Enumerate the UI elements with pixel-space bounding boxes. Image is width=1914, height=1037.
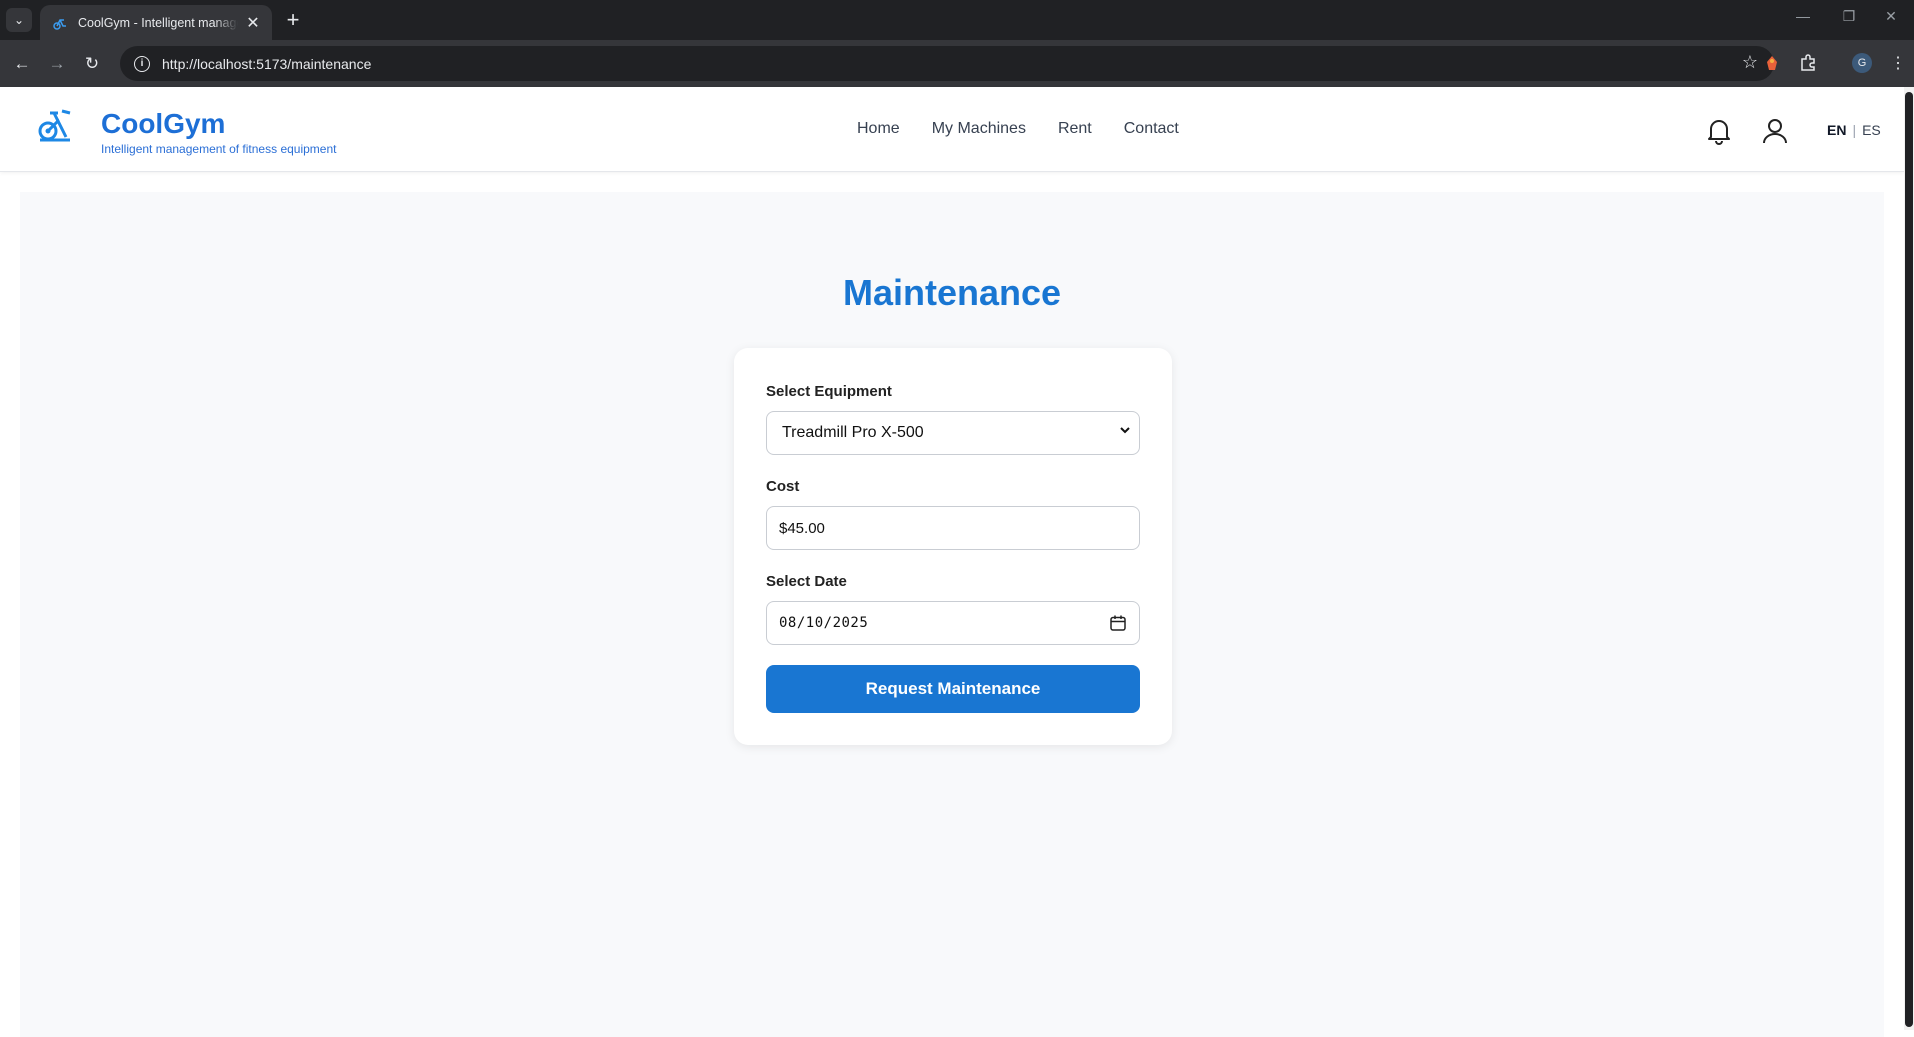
extension-icon[interactable] (1760, 51, 1784, 75)
address-bar[interactable]: i http://localhost:5173/maintenance ☆ (120, 46, 1774, 81)
reload-icon[interactable]: ↻ (80, 52, 104, 76)
minimize-icon[interactable]: — (1780, 8, 1826, 24)
maintenance-form: Select Equipment Treadmill Pro X-500 Cos… (734, 348, 1172, 745)
page-title: Maintenance (842, 272, 1062, 313)
page: CoolGym Intelligent management of fitnes… (0, 87, 1904, 1037)
lang-es[interactable]: ES (1862, 122, 1881, 138)
user-icon[interactable] (1762, 117, 1788, 145)
cost-label: Cost (766, 478, 800, 495)
cost-value: $45.00 (779, 519, 825, 537)
request-maintenance-button[interactable]: Request Maintenance (766, 665, 1140, 713)
nav-my-machines[interactable]: My Machines (932, 120, 1026, 138)
profile-initial: G (1852, 53, 1872, 73)
chevron-down-icon (1119, 424, 1131, 439)
forward-icon[interactable]: → (45, 52, 69, 76)
main-nav: Home My Machines Rent Contact (857, 120, 1179, 138)
bike-logo-icon[interactable] (36, 107, 74, 143)
browser-toolbar: ← → ↻ i http://localhost:5173/maintenanc… (0, 40, 1914, 87)
scrollbar-thumb[interactable] (1905, 92, 1913, 1027)
date-input[interactable]: 08/10/2025 (766, 601, 1140, 645)
nav-contact[interactable]: Contact (1124, 120, 1179, 138)
equipment-value: Treadmill Pro X-500 (782, 424, 924, 441)
browser-tab[interactable]: CoolGym - Intelligent management of fitn… (40, 5, 272, 40)
profile-avatar[interactable]: G (1850, 51, 1874, 75)
cost-input[interactable]: $45.00 (766, 506, 1140, 550)
menu-icon[interactable]: ⋮ (1886, 51, 1910, 75)
browser-tab-bar: ⌄ CoolGym - Intelligent management of fi… (0, 0, 1914, 40)
tab-title: CoolGym - Intelligent management of fitn… (78, 15, 238, 30)
brand-name[interactable]: CoolGym (101, 108, 225, 140)
equipment-label: Select Equipment (766, 383, 892, 400)
window-close-icon[interactable]: ✕ (1868, 8, 1914, 25)
lang-separator: | (1852, 122, 1857, 138)
brand-tagline: Intelligent management of fitness equipm… (101, 142, 337, 156)
plus-icon[interactable]: + (280, 7, 306, 33)
language-switcher: EN | ES (1827, 122, 1881, 138)
back-icon[interactable]: ← (10, 52, 34, 76)
site-header: CoolGym Intelligent management of fitnes… (0, 87, 1904, 172)
nav-rent[interactable]: Rent (1058, 120, 1092, 138)
equipment-select[interactable]: Treadmill Pro X-500 (766, 411, 1140, 455)
star-icon[interactable]: ☆ (1742, 52, 1758, 73)
info-icon[interactable]: i (134, 55, 150, 72)
close-icon[interactable]: ✕ (244, 13, 262, 33)
calendar-icon[interactable] (1109, 614, 1127, 632)
date-label: Select Date (766, 573, 847, 590)
favicon-icon (52, 15, 68, 31)
lang-en[interactable]: EN (1827, 122, 1846, 138)
date-value: 08/10/2025 (779, 615, 869, 631)
restore-icon[interactable]: ❐ (1826, 8, 1872, 25)
puzzle-icon[interactable] (1796, 51, 1820, 75)
tab-list-icon[interactable]: ⌄ (6, 8, 32, 32)
main-content: Maintenance Select Equipment Treadmill P… (20, 192, 1884, 1037)
url-text: http://localhost:5173/maintenance (162, 55, 372, 72)
bell-icon[interactable] (1706, 117, 1732, 145)
nav-home[interactable]: Home (857, 120, 900, 138)
